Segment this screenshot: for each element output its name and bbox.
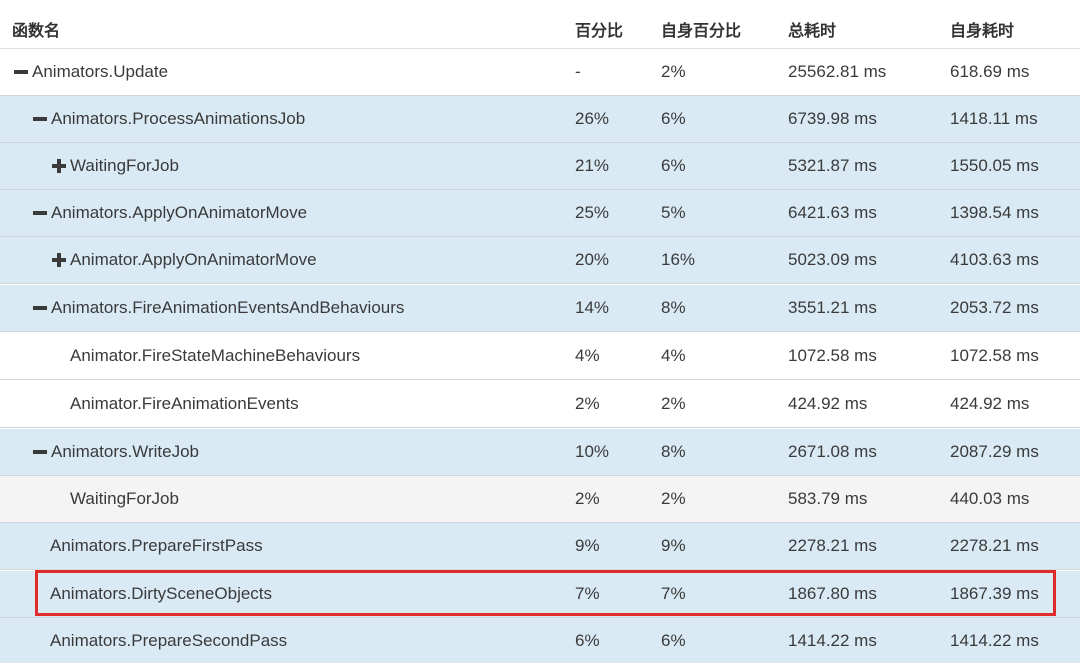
self-percent-cell: 8% — [661, 298, 686, 317]
table-row[interactable]: Animators.WriteJob 10% 8% 2671.08 ms 208… — [0, 429, 1080, 476]
column-header-self-time[interactable]: 自身耗时 — [950, 17, 1014, 41]
self-percent-cell: 6% — [661, 156, 686, 175]
percent-cell: 6% — [575, 631, 600, 650]
collapse-toggle-icon[interactable] — [31, 443, 49, 461]
table-row[interactable]: Animators.PrepareSecondPass 6% 6% 1414.2… — [0, 618, 1080, 663]
table-row[interactable]: Animator.ApplyOnAnimatorMove 20% 16% 502… — [0, 237, 1080, 284]
function-name: Animators.PrepareFirstPass — [50, 536, 263, 555]
self-time-cell: 618.69 ms — [950, 62, 1030, 81]
total-time-cell: 5321.87 ms — [788, 156, 877, 175]
self-time-cell: 2278.21 ms — [950, 536, 1039, 555]
self-percent-cell: 6% — [661, 109, 686, 128]
percent-cell: 21% — [575, 156, 610, 175]
function-name: Animators.ProcessAnimationsJob — [51, 109, 306, 128]
self-time-cell: 1867.39 ms — [950, 584, 1039, 603]
table-row[interactable]: Animators.ApplyOnAnimatorMove 25% 5% 642… — [0, 190, 1080, 237]
total-time-cell: 1414.22 ms — [788, 631, 877, 650]
self-time-cell: 1414.22 ms — [950, 631, 1039, 650]
function-name: Animators.WriteJob — [51, 442, 200, 461]
function-name: Animators.FireAnimationEventsAndBehaviou… — [51, 298, 405, 317]
table-row[interactable]: Animator.FireStateMachineBehaviours 4% 4… — [0, 333, 1080, 380]
function-name: Animator.ApplyOnAnimatorMove — [70, 250, 317, 269]
self-time-cell: 440.03 ms — [950, 489, 1030, 508]
self-percent-cell: 2% — [661, 394, 686, 413]
self-percent-cell: 2% — [661, 62, 686, 81]
self-time-cell: 1398.54 ms — [950, 203, 1039, 222]
self-time-cell: 4103.63 ms — [950, 250, 1039, 269]
total-time-cell: 5023.09 ms — [788, 250, 877, 269]
total-time-cell: 6739.98 ms — [788, 109, 877, 128]
total-time-cell: 25562.81 ms — [788, 62, 887, 81]
expand-toggle-icon[interactable] — [50, 251, 68, 269]
table-row[interactable]: Animators.Update - 2% 25562.81 ms 618.69… — [0, 49, 1080, 96]
function-name: Animator.FireStateMachineBehaviours — [70, 346, 361, 365]
self-percent-cell: 7% — [661, 584, 686, 603]
percent-cell: 2% — [575, 489, 600, 508]
total-time-cell: 424.92 ms — [788, 394, 868, 413]
percent-cell: 20% — [575, 250, 610, 269]
function-name: Animator.FireAnimationEvents — [70, 394, 299, 413]
collapse-toggle-icon[interactable] — [31, 204, 49, 222]
table-row[interactable]: WaitingForJob 21% 6% 5321.87 ms 1550.05 … — [0, 143, 1080, 190]
table-row[interactable]: WaitingForJob 2% 2% 583.79 ms 440.03 ms — [0, 476, 1080, 523]
self-percent-cell: 6% — [661, 631, 686, 650]
total-time-cell: 6421.63 ms — [788, 203, 877, 222]
function-name: WaitingForJob — [70, 156, 179, 175]
self-percent-cell: 16% — [661, 250, 696, 269]
function-name: WaitingForJob — [70, 489, 179, 508]
table-header: 函数名 百分比 自身百分比 总耗时 自身耗时 — [0, 0, 1080, 49]
total-time-cell: 1867.80 ms — [788, 584, 877, 603]
profiler-table: 函数名 百分比 自身百分比 总耗时 自身耗时 Animators.Update … — [0, 0, 1080, 663]
collapse-toggle-icon[interactable] — [12, 63, 30, 81]
column-header-self-percent[interactable]: 自身百分比 — [661, 17, 741, 41]
total-time-cell: 2671.08 ms — [788, 442, 877, 461]
self-time-cell: 424.92 ms — [950, 394, 1030, 413]
self-time-cell: 1072.58 ms — [950, 346, 1039, 365]
percent-cell: 2% — [575, 394, 600, 413]
column-header-name[interactable]: 函数名 — [12, 17, 60, 41]
total-time-cell: 2278.21 ms — [788, 536, 877, 555]
function-name: Animators.ApplyOnAnimatorMove — [51, 203, 308, 222]
percent-cell: 9% — [575, 536, 600, 555]
percent-cell: 10% — [575, 442, 610, 461]
table-row[interactable]: Animators.ProcessAnimationsJob 26% 6% 67… — [0, 96, 1080, 143]
self-percent-cell: 5% — [661, 203, 686, 222]
total-time-cell: 583.79 ms — [788, 489, 868, 508]
column-header-total-time[interactable]: 总耗时 — [788, 17, 836, 41]
self-time-cell: 2087.29 ms — [950, 442, 1039, 461]
self-percent-cell: 8% — [661, 442, 686, 461]
self-time-cell: 1550.05 ms — [950, 156, 1039, 175]
self-percent-cell: 4% — [661, 346, 686, 365]
percent-cell: 26% — [575, 109, 610, 128]
self-percent-cell: 9% — [661, 536, 686, 555]
percent-cell: - — [575, 62, 581, 81]
column-header-percent[interactable]: 百分比 — [575, 17, 623, 41]
collapse-toggle-icon[interactable] — [31, 110, 49, 128]
percent-cell: 14% — [575, 298, 610, 317]
percent-cell: 7% — [575, 584, 600, 603]
function-name: Animators.PrepareSecondPass — [50, 631, 288, 650]
table-row-highlighted[interactable]: Animators.DirtySceneObjects 7% 7% 1867.8… — [0, 571, 1080, 618]
percent-cell: 4% — [575, 346, 600, 365]
total-time-cell: 3551.21 ms — [788, 298, 877, 317]
self-percent-cell: 2% — [661, 489, 686, 508]
table-row[interactable]: Animators.PrepareFirstPass 9% 9% 2278.21… — [0, 523, 1080, 570]
self-time-cell: 2053.72 ms — [950, 298, 1039, 317]
self-time-cell: 1418.11 ms — [950, 109, 1038, 128]
function-name: Animators.DirtySceneObjects — [50, 584, 273, 603]
expand-toggle-icon[interactable] — [50, 157, 68, 175]
function-name: Animators.Update — [32, 62, 169, 81]
percent-cell: 25% — [575, 203, 610, 222]
collapse-toggle-icon[interactable] — [31, 299, 49, 317]
total-time-cell: 1072.58 ms — [788, 346, 877, 365]
table-row[interactable]: Animators.FireAnimationEventsAndBehaviou… — [0, 285, 1080, 332]
table-row[interactable]: Animator.FireAnimationEvents 2% 2% 424.9… — [0, 381, 1080, 428]
